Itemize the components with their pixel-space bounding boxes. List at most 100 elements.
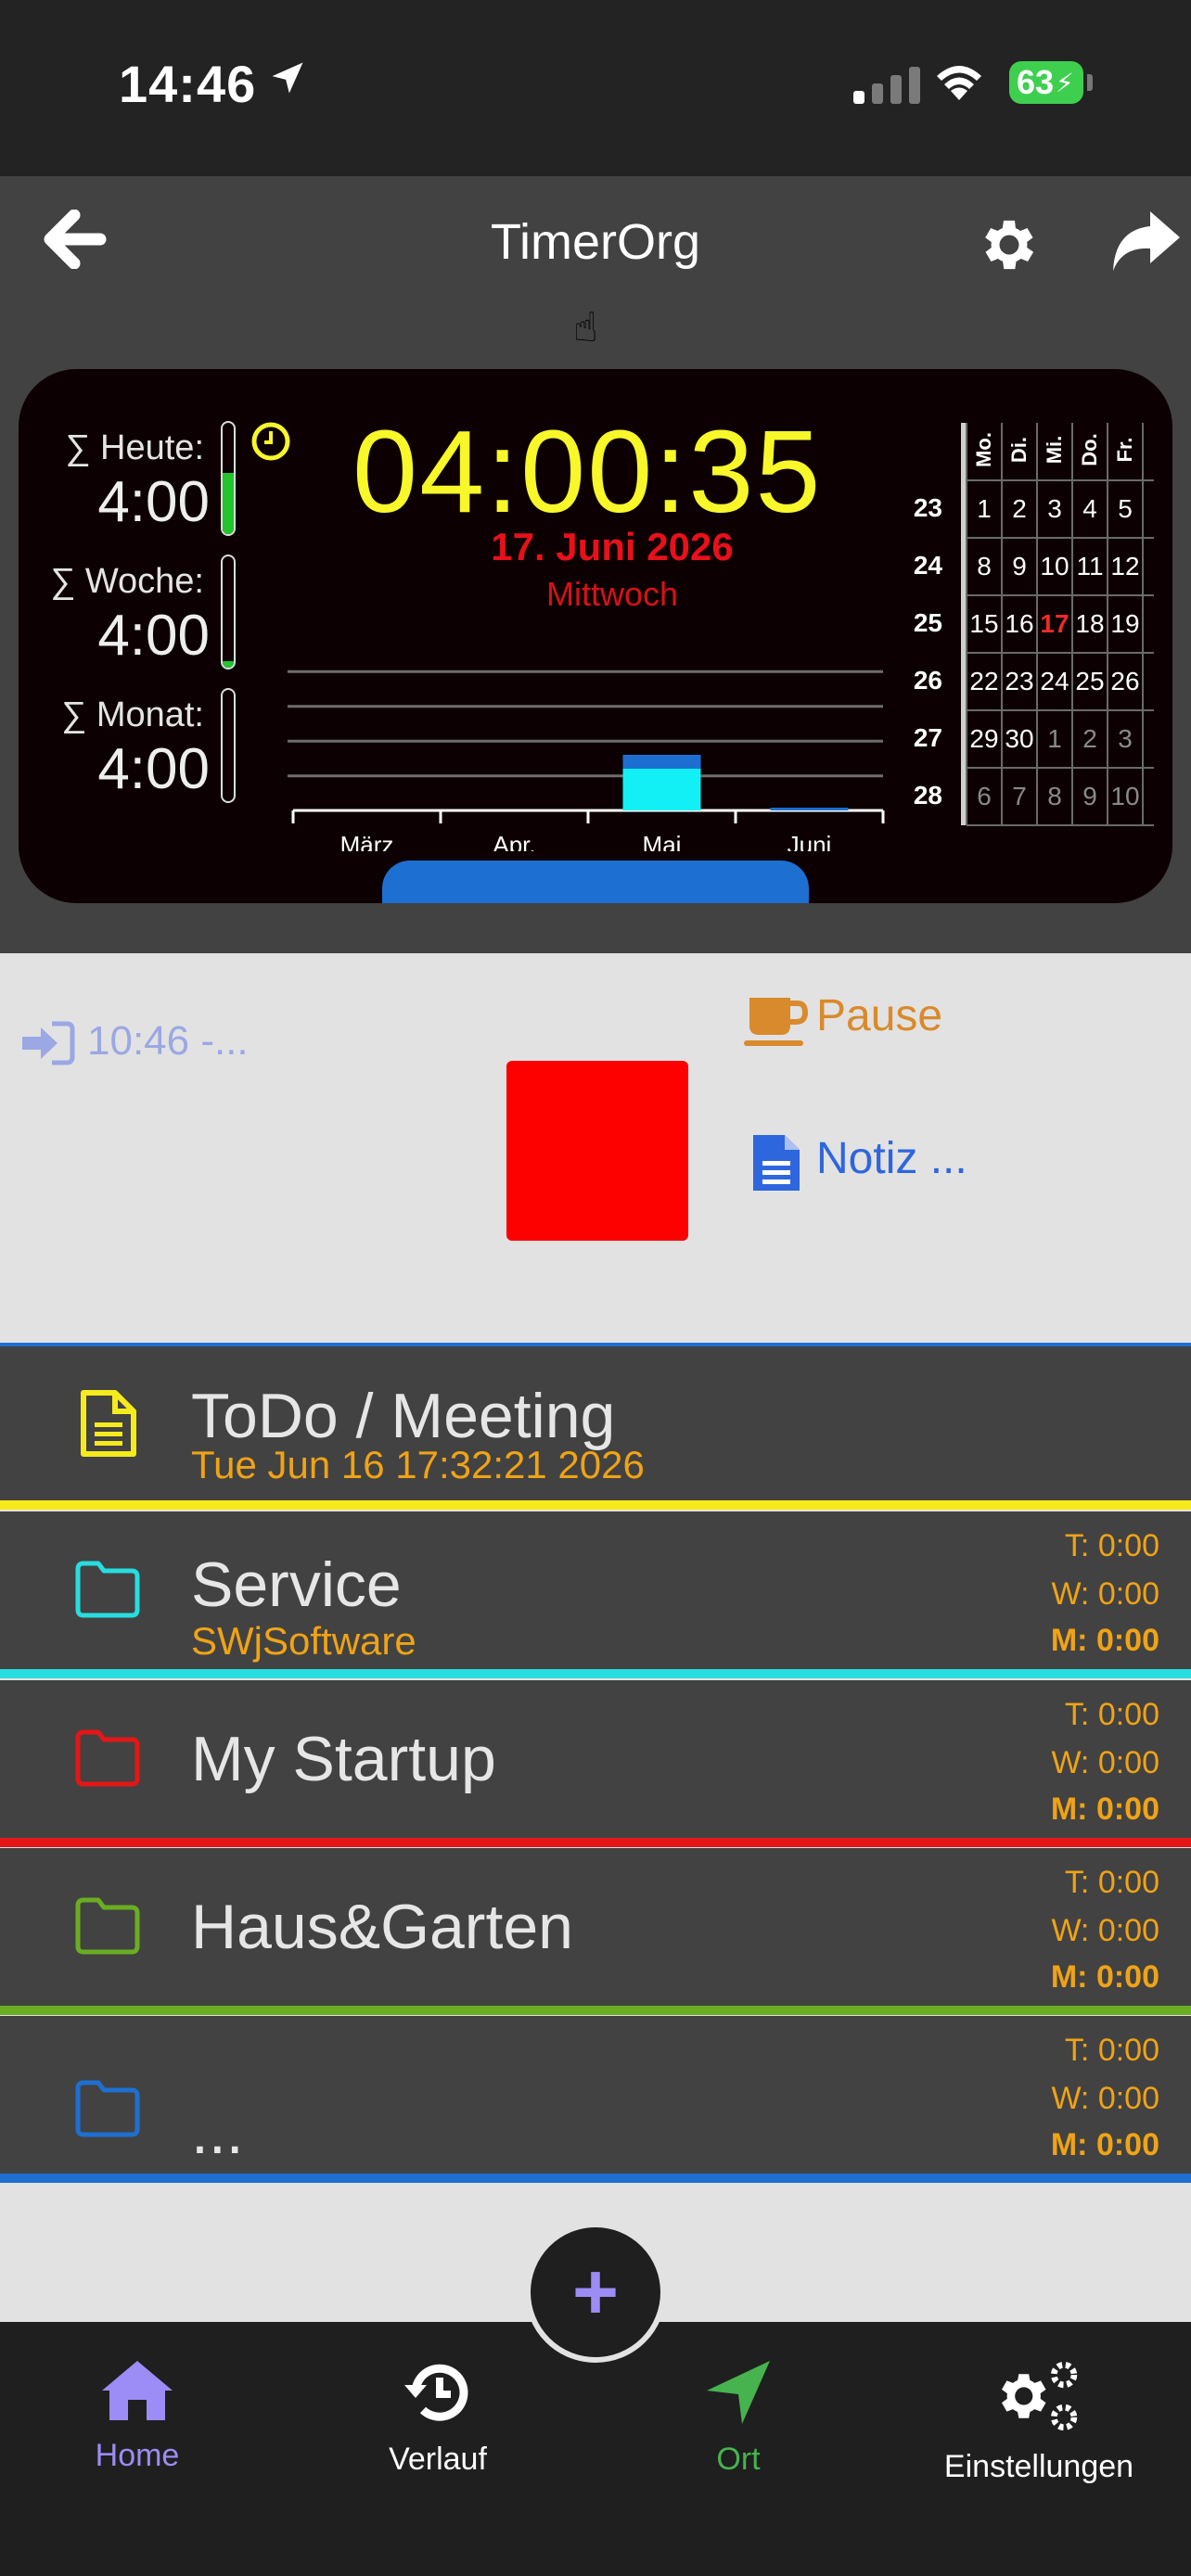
coffee-cup-icon[interactable] — [744, 994, 809, 1050]
calendar-day[interactable]: 2 — [1072, 710, 1108, 768]
calendar-week-number: 25 — [913, 608, 942, 637]
add-button[interactable]: + — [525, 2222, 666, 2363]
project-time-t: T: 0:00 — [1064, 1865, 1159, 1900]
project-time-m: M: 0:00 — [1050, 2127, 1159, 2162]
home-icon — [102, 2361, 173, 2420]
project-row[interactable]: ToDo / Meeting Tue Jun 16 17:32:21 2026 — [0, 1343, 1191, 1510]
calendar-day[interactable]: 3 — [1037, 480, 1072, 538]
project-title: ToDo / Meeting — [191, 1381, 616, 1451]
clock-card[interactable]: ∑ Heute: 4:00 ∑ Woche: 4:00 ∑ Monat: 4:0… — [19, 369, 1172, 903]
project-row[interactable]: My Startup T: 0:00 W: 0:00 M: 0:00 — [0, 1680, 1191, 1847]
calendar-day[interactable]: 10 — [1037, 538, 1072, 595]
project-time-w: W: 0:00 — [1051, 1745, 1159, 1780]
share-arrow-icon[interactable] — [1109, 208, 1182, 274]
folder-icon — [75, 1561, 140, 1618]
sum-month-value: 4:00 — [97, 737, 210, 801]
calendar-day[interactable]: 1 — [1037, 710, 1072, 768]
history-icon — [404, 2364, 468, 2421]
calendar-day[interactable]: 22 — [967, 653, 1002, 710]
calendar-day[interactable]: 24 — [1037, 653, 1072, 710]
folder-icon — [75, 1729, 140, 1787]
clock-in-time[interactable]: 10:46 -... — [87, 1018, 249, 1065]
project-time-t: T: 0:00 — [1064, 1528, 1159, 1563]
calendar-week-number: 28 — [913, 781, 942, 810]
calendar-day[interactable]: 15 — [967, 595, 1002, 653]
project-row[interactable]: Haus&Garten T: 0:00 W: 0:00 M: 0:00 — [0, 1848, 1191, 2015]
project-row[interactable]: ... T: 0:00 W: 0:00 M: 0:00 — [0, 2016, 1191, 2183]
tab-settings-label: Einstellungen — [943, 2449, 1134, 2484]
tab-verlauf[interactable]: Verlauf — [308, 2357, 568, 2478]
note-document-icon[interactable] — [749, 1131, 803, 1194]
project-subtitle: SWjSoftware — [191, 1619, 416, 1663]
add-button-label: + — [571, 2247, 620, 2337]
project-row[interactable]: Service SWjSoftware T: 0:00 W: 0:00 M: 0:00 — [0, 1511, 1191, 1678]
pointer-hand-icon[interactable]: ☝ — [573, 304, 598, 351]
calendar-day[interactable]: 1 — [967, 480, 1002, 538]
sum-week-value: 4:00 — [97, 604, 210, 668]
sum-month-label: ∑ Monat: — [61, 695, 204, 734]
header: TimerOrg ☝ ∑ Heute: 4:00 ∑ Woche: 4:00 ∑… — [0, 176, 1191, 953]
location-arrow-icon — [707, 2361, 770, 2424]
pause-button[interactable]: Pause — [816, 990, 942, 1041]
calendar-day[interactable]: 9 — [1072, 768, 1108, 825]
project-time-w: W: 0:00 — [1051, 1913, 1159, 1948]
calendar-week-number: 26 — [913, 666, 942, 695]
calendar-day[interactable]: 11 — [1072, 538, 1108, 595]
project-title: Service — [191, 1549, 402, 1620]
week-progress-fill — [223, 660, 234, 668]
chart-bar — [770, 808, 849, 810]
calendar-day[interactable]: 8 — [967, 538, 1002, 595]
calendar-day[interactable]: 18 — [1072, 595, 1108, 653]
current-weekday: Mittwoch — [545, 575, 679, 613]
calendar-day[interactable]: 6 — [967, 768, 1002, 825]
row-color-line — [0, 1500, 1191, 1510]
row-color-line — [0, 1838, 1191, 1847]
running-time: 04:00:35 — [352, 406, 823, 537]
note-button[interactable]: Notiz ... — [816, 1133, 967, 1184]
calendar-day[interactable]: 23 — [1002, 653, 1037, 710]
calendar-day[interactable]: 25 — [1072, 653, 1108, 710]
gear-icon[interactable] — [976, 211, 1043, 278]
tab-ort[interactable]: Ort — [608, 2357, 868, 2478]
project-time-t: T: 0:00 — [1064, 2033, 1159, 2068]
current-date: 17. Juni 2026 — [491, 525, 734, 568]
clock-in-icon — [22, 1021, 75, 1065]
calendar-day[interactable]: 26 — [1108, 653, 1143, 710]
calendar-day-today[interactable]: 17 — [1037, 595, 1072, 653]
project-subtitle: Tue Jun 16 17:32:21 2026 — [191, 1443, 645, 1486]
calendar-day[interactable]: 10 — [1108, 768, 1143, 825]
calendar-day[interactable]: 4 — [1072, 480, 1108, 538]
clock-icon — [251, 422, 290, 461]
folder-icon — [75, 2080, 140, 2137]
punch-area: 10:46 -... Pause Notiz ... — [0, 953, 1191, 1343]
project-title: ... — [191, 2097, 244, 2167]
project-time-t: T: 0:00 — [1064, 1697, 1159, 1732]
calendar-day[interactable]: 5 — [1108, 480, 1143, 538]
drag-handle[interactable] — [382, 861, 809, 903]
tab-settings[interactable]: Einstellungen — [909, 2357, 1169, 2485]
calendar-day[interactable]: 29 — [967, 710, 1002, 768]
document-icon — [81, 1390, 136, 1457]
calendar-day[interactable]: 7 — [1002, 768, 1037, 825]
calendar-day[interactable]: 8 — [1037, 768, 1072, 825]
project-time-w: W: 0:00 — [1051, 1576, 1159, 1612]
calendar-day[interactable]: 2 — [1002, 480, 1037, 538]
sum-week-label: ∑ Woche: — [50, 562, 204, 601]
calendar-day[interactable]: 30 — [1002, 710, 1037, 768]
gears-icon — [1002, 2361, 1078, 2431]
location-arrow-icon — [272, 62, 303, 94]
stop-button[interactable] — [506, 1061, 688, 1241]
calendar-day[interactable]: 9 — [1002, 538, 1037, 595]
calendar-day[interactable]: 19 — [1108, 595, 1143, 653]
status-time: 14:46 — [119, 55, 257, 113]
calendar-day[interactable]: 3 — [1108, 710, 1143, 768]
calendar-day[interactable]: 12 — [1108, 538, 1143, 595]
tab-ort-label: Ort — [716, 2442, 761, 2477]
tab-home[interactable]: Home — [7, 2357, 267, 2474]
row-color-line — [0, 1669, 1191, 1678]
chart-x-tick-label: Juni — [788, 831, 832, 851]
today-progress-fill — [223, 473, 234, 534]
calendar-day[interactable]: 16 — [1002, 595, 1037, 653]
row-color-line — [0, 2174, 1191, 2183]
calendar-week-number: 23 — [913, 493, 942, 522]
